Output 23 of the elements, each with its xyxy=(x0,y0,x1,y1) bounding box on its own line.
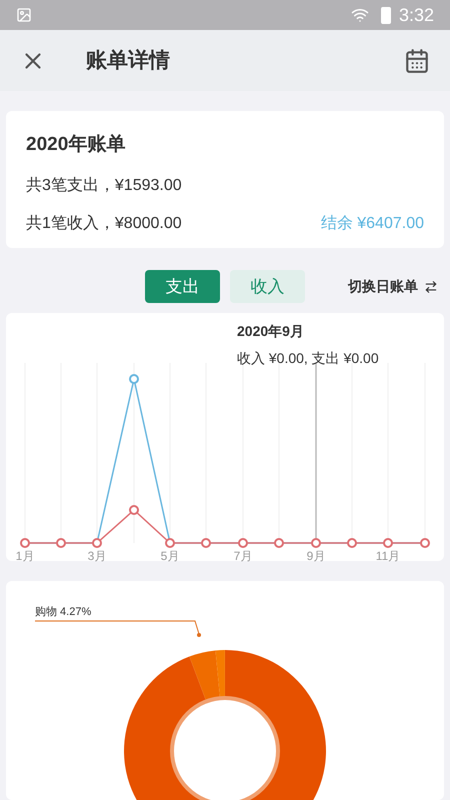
tooltip-title: 2020年9月 xyxy=(237,322,305,342)
wifi-icon xyxy=(350,6,369,24)
calendar-button[interactable] xyxy=(404,48,430,74)
type-tab[interactable]: 支出 xyxy=(145,270,220,304)
image-icon xyxy=(16,7,32,24)
slice-label: 购物 4.27% xyxy=(35,604,92,620)
status-time: 3:32 xyxy=(398,4,434,27)
swap-icon xyxy=(424,280,438,294)
tooltip-text: 收入 ¥0.00, 支出 ¥0.00 xyxy=(237,349,379,368)
summary-title: 2020年账单 xyxy=(26,133,126,158)
income-summary: 共1笔收入，¥8000.00 xyxy=(26,214,182,234)
balance-text: 结余 ¥6407.00 xyxy=(320,214,424,234)
expense-summary: 共3笔支出，¥1593.00 xyxy=(26,176,183,196)
type-tab[interactable]: 收入 xyxy=(230,270,305,304)
month-label: 5月 xyxy=(160,549,180,564)
month-label: 3月 xyxy=(88,549,106,564)
month-label: 7月 xyxy=(234,549,252,564)
month-label: 1月 xyxy=(16,549,34,564)
battery-icon xyxy=(380,6,391,24)
page-title: 账单详情 xyxy=(86,48,170,74)
month-label: 9月 xyxy=(306,549,326,564)
month-label: 11月 xyxy=(376,549,400,564)
switch-daily-link[interactable]: 切换日账单 xyxy=(348,276,418,298)
